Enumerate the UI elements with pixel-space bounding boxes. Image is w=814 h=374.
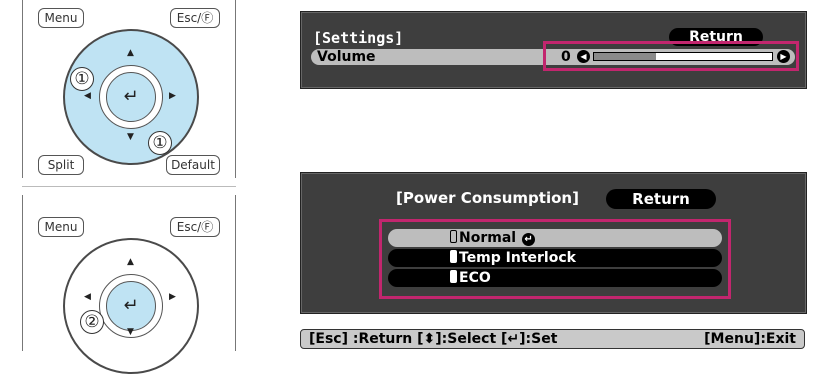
return-button[interactable]: Return: [606, 189, 716, 209]
arrow-up-icon: ▲: [127, 48, 134, 58]
divider-left-bottom: [22, 195, 23, 351]
option-content: Normal ↵: [450, 229, 536, 247]
radio-indicator-icon: [450, 270, 457, 283]
power-consumption-panel: [Power Consumption] Return Normal ↵ Temp I…: [300, 172, 807, 314]
help-bar-right: [Menu]:Exit: [704, 331, 796, 347]
power-option[interactable]: Normal ↵: [388, 229, 722, 247]
arrow-right-icon: ▶: [169, 292, 176, 302]
option-content: Temp Interlock: [450, 249, 576, 267]
option-content: ECO: [450, 269, 491, 287]
divider-right-top: [235, 0, 236, 178]
arrow-down-icon: ▼: [127, 327, 134, 337]
option-label: Temp Interlock: [459, 250, 576, 266]
help-bar-left: [Esc] :Return [⬍]:Select [↵]:Set: [309, 331, 558, 347]
step-2-marker-enter: ②: [80, 310, 104, 334]
arrow-right-icon: ▶: [169, 91, 176, 101]
menu-button[interactable]: Menu: [38, 8, 84, 28]
esc-button[interactable]: Esc/Ⓕ: [170, 217, 220, 237]
divider-left-top: [22, 0, 23, 178]
slider-highlight-frame: [543, 41, 799, 71]
split-button[interactable]: Split: [38, 155, 84, 175]
volume-label: Volume: [317, 49, 376, 65]
option-label: Normal: [459, 230, 517, 246]
enter-icon: ↵: [123, 86, 139, 107]
options-highlight-frame: Normal ↵ Temp Interlock ECO: [379, 219, 731, 299]
settings-title: [Settings]: [313, 29, 404, 47]
step-1-marker-right: ①: [148, 131, 172, 155]
settings-menu-panel: [Settings] Return Volume 0 ◀ ▶: [300, 11, 807, 89]
option-label: ECO: [459, 270, 491, 286]
radio-indicator-icon: [450, 230, 457, 243]
divider-horizontal: [22, 186, 236, 187]
power-consumption-title: [Power Consumption]: [396, 189, 579, 207]
arrow-up-icon: ▲: [127, 257, 134, 267]
enter-icon: ↵: [522, 233, 536, 246]
menu-button[interactable]: Menu: [38, 217, 84, 237]
esc-button[interactable]: Esc/Ⓕ: [170, 8, 220, 28]
enter-icon: ↵: [123, 295, 139, 316]
arrow-left-icon: ◀: [84, 91, 91, 101]
step-1-marker-up: ①: [70, 67, 94, 91]
radio-indicator-icon: [450, 250, 457, 263]
arrow-left-icon: ◀: [84, 292, 91, 302]
arrow-down-icon: ▼: [127, 132, 134, 142]
power-option[interactable]: Temp Interlock: [388, 249, 722, 267]
power-option[interactable]: ECO: [388, 269, 722, 287]
default-button[interactable]: Default: [166, 155, 220, 175]
help-bar: [Esc] :Return [⬍]:Select [↵]:Set [Menu]:…: [300, 329, 805, 349]
divider-right-bottom: [235, 195, 236, 351]
